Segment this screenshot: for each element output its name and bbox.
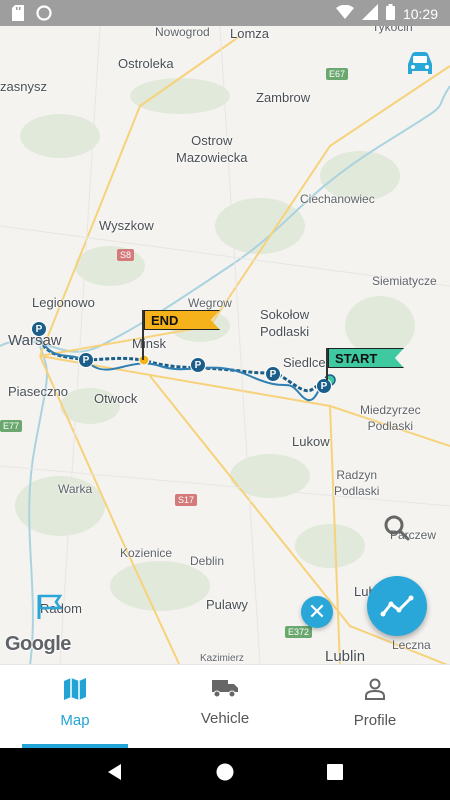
back-icon[interactable] xyxy=(106,763,124,786)
flag-pole xyxy=(142,310,144,360)
map-icon xyxy=(62,678,88,705)
search-icon[interactable] xyxy=(383,514,411,542)
map-view[interactable]: Nowogrod Lomza Tykocin Ostroleka zasnysz… xyxy=(0,26,450,664)
town-label: Ostrow Mazowiecka xyxy=(176,133,248,165)
parking-marker[interactable]: P xyxy=(316,378,332,394)
parking-marker[interactable]: P xyxy=(265,366,281,382)
status-bar: 10:29 xyxy=(0,0,450,26)
flag-icon[interactable] xyxy=(36,593,64,621)
sd-card-icon xyxy=(12,5,24,26)
parking-marker[interactable]: P xyxy=(31,321,47,337)
nav-tab-vehicle[interactable]: Vehicle xyxy=(150,665,300,748)
trend-line-icon xyxy=(380,595,414,617)
town-label: Wegrow xyxy=(188,296,232,310)
signal-icon xyxy=(361,4,378,23)
town-label: Pulawy xyxy=(206,597,248,612)
town-label: Lukow xyxy=(292,434,330,449)
town-label: Radzyn Podlaski xyxy=(334,468,380,498)
start-flag-label: START xyxy=(328,348,404,368)
road-badge: S17 xyxy=(175,494,198,506)
status-time: 10:29 xyxy=(402,5,438,22)
nav-tab-label: Profile xyxy=(353,712,397,729)
nav-tab-map[interactable]: Map xyxy=(0,665,150,748)
town-label: Wyszkow xyxy=(99,218,154,233)
parking-marker[interactable]: P xyxy=(78,352,94,368)
town-label: zasnysz xyxy=(0,79,47,94)
google-logo: Google xyxy=(5,633,71,655)
town-label: Zambrow xyxy=(256,90,311,105)
town-label: Siemiatycze xyxy=(372,274,437,288)
road-badge: S8 xyxy=(117,249,135,261)
town-label: Leczna xyxy=(392,638,431,652)
road-badge: E77 xyxy=(0,420,23,432)
home-icon[interactable] xyxy=(215,762,235,787)
road-badge: E372 xyxy=(285,626,313,638)
map-base xyxy=(0,26,450,664)
system-nav-bar xyxy=(0,748,450,800)
town-label: Deblin xyxy=(190,554,225,568)
nav-tab-profile[interactable]: Profile xyxy=(300,665,450,748)
town-label: Kazimierz xyxy=(200,653,244,664)
town-label: Minsk xyxy=(132,336,166,351)
wifi-icon xyxy=(335,4,354,22)
route-stats-button[interactable] xyxy=(367,576,427,636)
car-icon[interactable] xyxy=(404,50,436,78)
road-badge: E67 xyxy=(326,68,349,80)
town-label: Lomza xyxy=(230,26,270,41)
recents-icon[interactable] xyxy=(326,763,344,786)
town-label: Siedlce xyxy=(283,355,326,370)
town-label: Tykocin xyxy=(372,26,413,34)
town-label: Piaseczno xyxy=(8,384,68,399)
town-label: Warka xyxy=(58,482,93,496)
battery-icon xyxy=(385,4,395,23)
town-label: Otwock xyxy=(94,391,138,406)
end-flag-label: END xyxy=(144,310,220,330)
flag-pole xyxy=(326,348,328,380)
town-label: Ciechanowiec xyxy=(300,192,375,206)
town-label: Miedzyrzec Podlaski xyxy=(360,403,421,433)
town-label: Legionowo xyxy=(32,295,95,310)
town-label: Lublin xyxy=(325,648,366,664)
bottom-nav: Map Vehicle Profile xyxy=(0,664,450,748)
town-label: Ostroleka xyxy=(118,56,174,71)
nav-tab-label: Vehicle xyxy=(200,710,250,727)
town-label: Kozienice xyxy=(120,546,173,560)
truck-icon xyxy=(211,680,239,703)
person-icon xyxy=(363,678,387,705)
town-label: Nowogrod xyxy=(155,26,210,39)
close-icon[interactable]: ✕ xyxy=(301,596,333,628)
parking-marker[interactable]: P xyxy=(190,357,206,373)
nav-tab-label: Map xyxy=(60,712,90,729)
circle-notification-icon xyxy=(36,5,52,26)
town-label: Sokołow Podlaski xyxy=(260,307,310,339)
end-point xyxy=(138,354,150,366)
